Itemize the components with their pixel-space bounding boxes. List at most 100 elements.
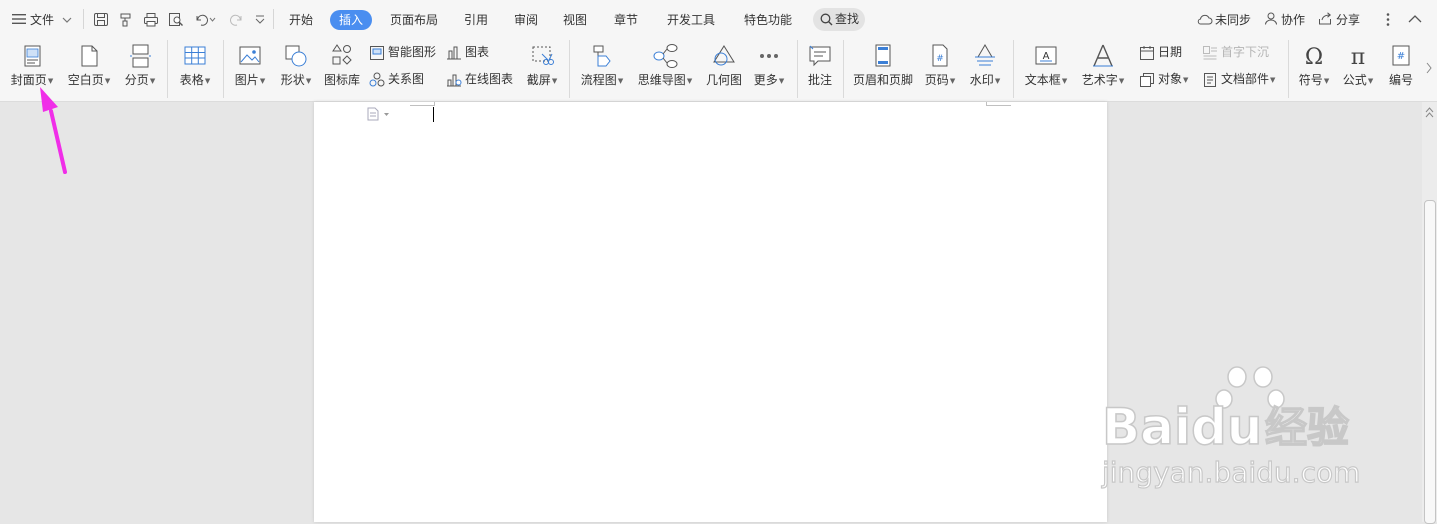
tab-references[interactable]: 引用 — [464, 10, 488, 30]
date-button[interactable]: 日期 — [1139, 43, 1182, 61]
ribbon-scroll-right-icon[interactable] — [1425, 60, 1433, 76]
cloud-icon — [1197, 14, 1213, 25]
drop-cap-label: 首字下沉 — [1221, 45, 1270, 59]
tab-review[interactable]: 审阅 — [514, 10, 538, 30]
online-chart-button[interactable]: 在线图表 — [446, 70, 513, 88]
collaborate-label: 协作 — [1281, 13, 1306, 27]
tab-developer[interactable]: 开发工具 — [667, 10, 715, 30]
more-button[interactable]: 更多▼ — [750, 38, 788, 100]
geometry-label: 几何图 — [705, 73, 742, 87]
icon-library-button[interactable]: 图标库 — [322, 38, 362, 100]
text-box-button[interactable]: A 文本框▼ — [1020, 38, 1072, 100]
customize-toolbar-icon[interactable] — [255, 13, 265, 25]
page-break-label: 分页 — [124, 73, 149, 87]
paragraph-layout-icon[interactable] — [366, 107, 390, 121]
drop-cap-icon — [1203, 45, 1217, 59]
document-page[interactable] — [314, 102, 1107, 522]
numbering-button[interactable]: # 编号 — [1384, 38, 1418, 100]
watermark-label: 水印 — [969, 73, 994, 87]
watermark-button[interactable]: 水印▼ — [966, 38, 1004, 100]
file-menu[interactable]: 文件 — [12, 10, 72, 30]
tab-view[interactable]: 视图 — [563, 10, 587, 30]
share-button[interactable]: 分享 — [1318, 10, 1360, 30]
smart-graphic-icon — [370, 45, 384, 60]
user-icon — [1265, 12, 1277, 25]
art-text-icon — [1093, 44, 1113, 67]
tab-chapter[interactable]: 章节 — [614, 10, 638, 30]
svg-text:π: π — [1351, 45, 1365, 70]
save-icon[interactable] — [93, 12, 109, 27]
shape-button[interactable]: 形状▼ — [276, 38, 316, 100]
blank-page-button[interactable]: 空白页▼ — [65, 38, 113, 100]
chart-button[interactable]: 图表 — [446, 43, 489, 61]
svg-text:#: # — [936, 54, 944, 64]
cover-page-icon — [24, 45, 41, 67]
art-text-button[interactable]: 艺术字▼ — [1078, 38, 1128, 100]
doc-parts-label: 文档部件 — [1221, 72, 1270, 86]
redo-icon[interactable] — [228, 12, 244, 27]
page-number-button[interactable]: # 页码▼ — [921, 38, 959, 100]
pointer-arrow — [40, 87, 67, 174]
blank-page-icon — [81, 45, 98, 67]
page-number-label: 页码 — [924, 73, 949, 87]
comment-button[interactable]: 批注 — [803, 38, 837, 100]
insert-ribbon: 封面页▼ 空白页▼ 分页▼ 表格▼ 图片▼ 形状▼ 图标库 智能图形 关系图 图… — [0, 38, 1437, 102]
table-button[interactable]: 表格▼ — [174, 38, 216, 100]
formula-button[interactable]: π 公式▼ — [1338, 38, 1378, 100]
relation-graph-button[interactable]: 关系图 — [369, 70, 424, 88]
file-menu-label: 文件 — [30, 13, 55, 27]
doc-parts-button[interactable]: 文档部件▼ — [1202, 70, 1275, 88]
more-options-icon[interactable] — [1385, 12, 1391, 27]
mindmap-button[interactable]: 思维导图▼ — [635, 38, 695, 100]
drop-cap-button[interactable]: 首字下沉 — [1202, 43, 1269, 61]
chart-label: 图表 — [465, 45, 490, 59]
watermark-icon — [975, 44, 995, 66]
tab-special-features[interactable]: 特色功能 — [744, 10, 792, 30]
chevron-down-icon — [62, 17, 72, 23]
object-button[interactable]: 对象▼ — [1139, 70, 1188, 88]
print-icon[interactable] — [143, 12, 159, 27]
table-icon — [184, 46, 206, 65]
picture-icon — [239, 46, 261, 65]
collapse-ribbon-icon[interactable] — [1408, 14, 1422, 24]
page-break-button[interactable]: 分页▼ — [120, 38, 160, 100]
comment-label: 批注 — [807, 73, 832, 87]
sync-status-button[interactable]: 未同步 — [1197, 10, 1251, 30]
tab-page-layout[interactable]: 页面布局 — [390, 10, 438, 30]
search-button[interactable]: 查找 — [813, 8, 865, 31]
tab-home[interactable]: 开始 — [289, 10, 313, 30]
shape-label: 形状 — [280, 73, 305, 87]
undo-icon[interactable] — [194, 12, 216, 27]
flowchart-button[interactable]: 流程图▼ — [578, 38, 626, 100]
margin-corner-right — [986, 102, 1011, 106]
online-chart-label: 在线图表 — [465, 72, 514, 86]
header-footer-icon — [875, 44, 891, 67]
text-box-icon: A — [1035, 46, 1057, 65]
symbol-label: 符号 — [1298, 73, 1323, 87]
print-preview-icon[interactable] — [168, 12, 184, 27]
online-chart-icon — [447, 74, 462, 86]
table-label: 表格 — [179, 73, 204, 87]
sync-status-label: 未同步 — [1215, 13, 1252, 27]
watermark-url: jingyan.baidu.com — [1101, 456, 1360, 489]
margin-corner-left — [410, 102, 435, 106]
bar-chart-icon — [447, 46, 461, 59]
picture-button[interactable]: 图片▼ — [230, 38, 270, 100]
svg-text:A: A — [1043, 51, 1050, 62]
art-text-label: 艺术字 — [1081, 73, 1118, 87]
watermark-brand: Baidu — [1102, 398, 1262, 456]
geometry-button[interactable]: 几何图 — [703, 38, 745, 100]
format-painter-icon[interactable] — [118, 12, 134, 27]
object-label: 对象 — [1158, 72, 1183, 86]
hamburger-icon — [12, 14, 26, 24]
smart-graphic-button[interactable]: 智能图形 — [369, 43, 436, 61]
header-footer-button[interactable]: 页眉和页脚 — [850, 38, 916, 100]
icon-library-label: 图标库 — [323, 73, 360, 87]
scroll-up-icon[interactable] — [1425, 106, 1434, 120]
collaborate-button[interactable]: 协作 — [1264, 10, 1305, 30]
tab-insert[interactable]: 插入 — [330, 10, 373, 30]
search-icon — [820, 13, 833, 26]
screenshot-button[interactable]: 截屏▼ — [522, 38, 562, 100]
pi-icon: π — [1351, 45, 1365, 70]
symbol-button[interactable]: Ω 符号▼ — [1294, 38, 1334, 100]
